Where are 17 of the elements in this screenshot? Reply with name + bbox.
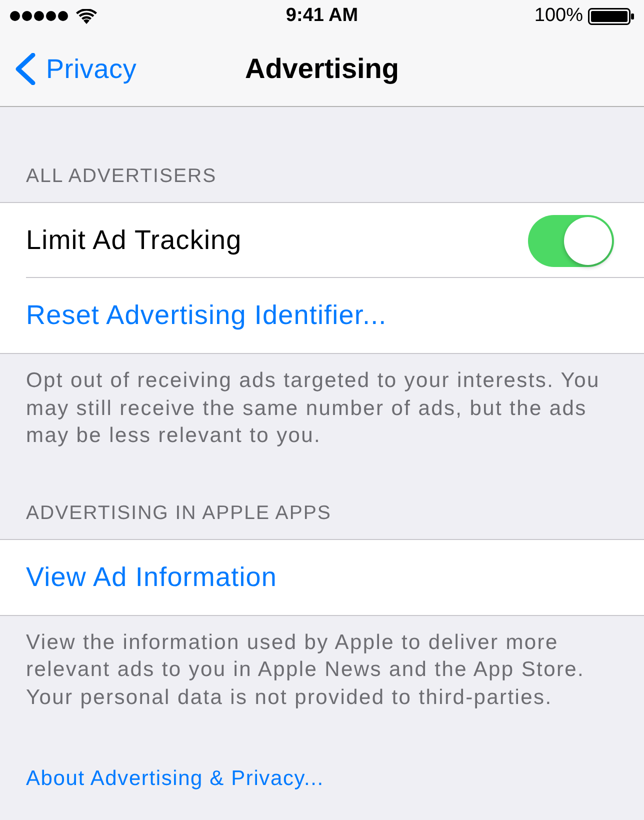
section-header: ALL ADVERTISERS <box>26 164 218 188</box>
section-header: ADVERTISING IN APPLE APPS <box>26 500 332 524</box>
battery-icon <box>588 8 634 24</box>
chevron-left-icon <box>14 53 36 85</box>
battery-percentage: 100% <box>534 4 583 28</box>
section-footer: View the information used by Apple to deliver more relevant ads to you in Apple News and the App Store. Your personal data is not provided to third-parties. <box>0 616 644 711</box>
setting-label: Limit Ad Tracking <box>26 227 242 254</box>
action-link[interactable]: Reset Advertising Identifier... <box>26 302 387 329</box>
status-time: 9:41 AM <box>286 4 358 28</box>
about-link[interactable]: About Advertising & Privacy... <box>26 766 324 792</box>
toggle-switch[interactable] <box>528 214 614 266</box>
section-footer: Opt out of receiving ads targeted to your interests. You may still receive the same number of ads, but the ads may be less relevant to you. <box>0 354 644 450</box>
back-button[interactable]: Privacy <box>0 48 137 90</box>
signal-dots-icon <box>10 11 68 21</box>
action-link[interactable]: View Ad Information <box>26 564 278 590</box>
wifi-icon <box>76 8 97 24</box>
page-title: Advertising <box>244 52 400 86</box>
